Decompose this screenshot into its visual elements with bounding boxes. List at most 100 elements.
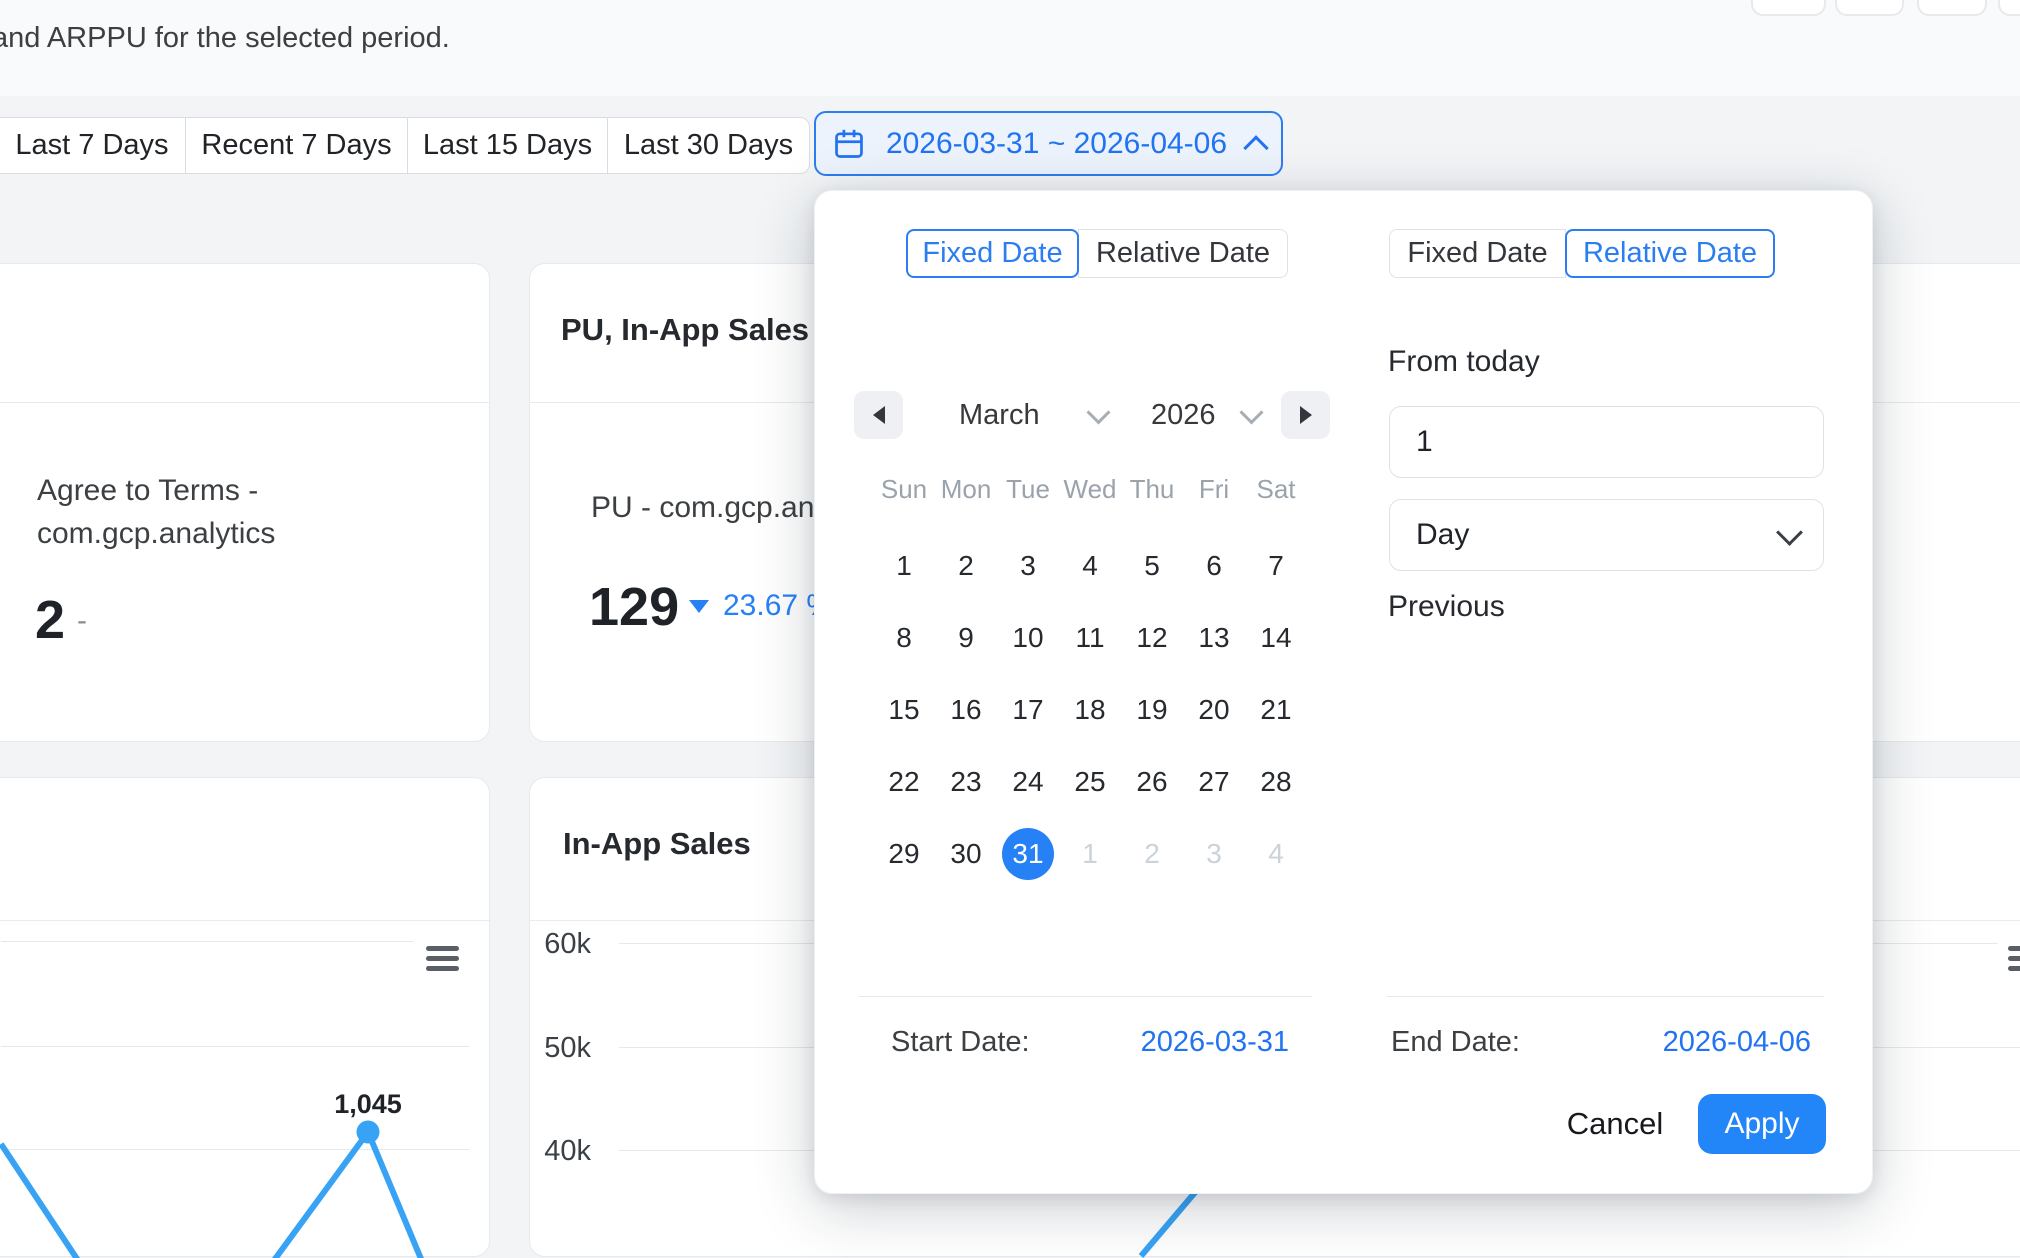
date-range-button[interactable]: 2026-03-31 ~ 2026-04-06 (814, 111, 1283, 176)
calendar-day[interactable]: 21 (1245, 684, 1307, 736)
left-line-chart (0, 778, 491, 1258)
calendar-day[interactable]: 2 (1121, 828, 1183, 880)
date-picker-popup: Fixed Date Relative Date Fixed Date Rela… (814, 190, 1873, 1194)
calendar-day[interactable]: 4 (1245, 828, 1307, 880)
filter-last-7-days[interactable]: Last 7 Days (0, 117, 186, 174)
footer-divider (859, 996, 1312, 997)
relative-direction-label: Previous (1388, 590, 1505, 624)
agree-metric-value: 2 (35, 589, 65, 651)
calendar-day[interactable]: 1 (1059, 828, 1121, 880)
end-date-value: 2026-04-06 (1611, 1026, 1811, 1059)
weekday-label: Tue (997, 474, 1059, 505)
calendar-day[interactable]: 1 (873, 540, 935, 592)
chevron-down-icon (1776, 519, 1803, 546)
calendar-day[interactable]: 9 (935, 612, 997, 664)
triangle-right-icon (1300, 406, 1312, 424)
calendar-day[interactable]: 12 (1121, 612, 1183, 664)
toolbar-stub-button[interactable] (1835, 0, 1904, 16)
calendar-day[interactable]: 5 (1121, 540, 1183, 592)
calendar-day[interactable]: 23 (935, 756, 997, 808)
weekday-label: Sat (1245, 474, 1307, 505)
calendar-day[interactable]: 20 (1183, 684, 1245, 736)
calendar-day[interactable]: 25 (1059, 756, 1121, 808)
toolbar-stub-button[interactable] (1751, 0, 1826, 16)
filter-recent-7-days[interactable]: Recent 7 Days (185, 117, 408, 174)
chevron-down-icon (1239, 400, 1263, 424)
card-title: PU, In-App Sales (561, 312, 809, 348)
data-point-label: 1,045 (300, 1089, 436, 1120)
triangle-left-icon (873, 406, 885, 424)
end-mode-toggle: Fixed Date Relative Date (1389, 229, 1775, 278)
start-mode-toggle: Fixed Date Relative Date (906, 229, 1288, 278)
left-chart-card: 1,045 (0, 777, 490, 1257)
calendar-day[interactable]: 7 (1245, 540, 1307, 592)
agree-metric-delta: - (77, 604, 87, 638)
calendar-day[interactable]: 6 (1183, 540, 1245, 592)
calendar-day[interactable]: 28 (1245, 756, 1307, 808)
pu-metric-delta: 23.67 % (689, 589, 833, 623)
chevron-up-icon (1243, 135, 1268, 160)
weekday-label: Fri (1183, 474, 1245, 505)
start-fixed-date-tab[interactable]: Fixed Date (906, 229, 1079, 278)
calendar-day[interactable]: 16 (935, 684, 997, 736)
calendar-day[interactable]: 30 (935, 828, 997, 880)
start-date-value: 2026-03-31 (1089, 1026, 1289, 1059)
calendar-day[interactable]: 29 (873, 828, 935, 880)
calendar-day[interactable]: 18 (1059, 684, 1121, 736)
calendar-day[interactable]: 10 (997, 612, 1059, 664)
start-relative-date-tab[interactable]: Relative Date (1078, 229, 1288, 278)
calendar-day[interactable]: 8 (873, 612, 935, 664)
weekday-label: Mon (935, 474, 997, 505)
calendar-icon (832, 127, 866, 161)
cancel-button[interactable]: Cancel (1555, 1096, 1675, 1152)
calendar-day[interactable]: 3 (997, 540, 1059, 592)
calendar-day[interactable]: 3 (1183, 828, 1245, 880)
calendar-day[interactable]: 14 (1245, 612, 1307, 664)
calendar-day[interactable]: 17 (997, 684, 1059, 736)
pu-metric-value: 129 (589, 576, 679, 638)
calendar-day[interactable]: 11 (1059, 612, 1121, 664)
calendar-day[interactable]: 4 (1059, 540, 1121, 592)
weekday-label: Thu (1121, 474, 1183, 505)
calendar-day[interactable]: 15 (873, 684, 935, 736)
footer-divider (1387, 996, 1824, 997)
end-date-label: End Date: (1391, 1026, 1520, 1059)
date-range-label: 2026-03-31 ~ 2026-04-06 (886, 127, 1227, 161)
calendar-day[interactable]: 26 (1121, 756, 1183, 808)
relative-unit-select[interactable]: Day (1389, 499, 1824, 571)
year-label: 2026 (1151, 399, 1216, 432)
calendar-day[interactable]: 24 (997, 756, 1059, 808)
relative-heading: From today (1388, 345, 1540, 379)
weekday-header: Sun Mon Tue Wed Thu Fri Sat (873, 474, 1307, 505)
month-select[interactable]: March (959, 391, 1107, 439)
card-divider (0, 402, 489, 403)
calendar-day[interactable]: 31 (997, 828, 1059, 880)
start-date-label: Start Date: (891, 1026, 1030, 1059)
weekday-label: Wed (1059, 474, 1121, 505)
calendar-day[interactable]: 27 (1183, 756, 1245, 808)
apply-button[interactable]: Apply (1698, 1094, 1826, 1154)
calendar-day[interactable]: 2 (935, 540, 997, 592)
chevron-down-icon (1086, 400, 1110, 424)
calendar-day[interactable]: 22 (873, 756, 935, 808)
calendar-grid: 1234567891011121314151617181920212223242… (873, 540, 1307, 900)
relative-amount-input[interactable] (1389, 406, 1824, 478)
relative-unit-value: Day (1416, 518, 1469, 552)
end-fixed-date-tab[interactable]: Fixed Date (1389, 229, 1566, 278)
page-subtitle: and ARPPU for the selected period. (0, 22, 450, 55)
month-label: March (959, 399, 1040, 432)
pu-metric-label: PU - com.gcp.ana (591, 491, 831, 525)
filter-last-30-days[interactable]: Last 30 Days (607, 117, 810, 174)
end-relative-date-tab[interactable]: Relative Date (1565, 229, 1775, 278)
agree-metric-label: Agree to Terms -com.gcp.analytics (37, 469, 275, 555)
toolbar-stub-button[interactable] (1917, 0, 1987, 16)
weekday-label: Sun (873, 474, 935, 505)
year-select[interactable]: 2026 (1151, 391, 1260, 439)
calendar-day[interactable]: 19 (1121, 684, 1183, 736)
next-month-button[interactable] (1281, 391, 1330, 439)
filter-last-15-days[interactable]: Last 15 Days (407, 117, 608, 174)
data-point (357, 1121, 380, 1144)
agree-to-terms-card: Agree to Terms -com.gcp.analytics 2 - (0, 263, 490, 742)
prev-month-button[interactable] (854, 391, 903, 439)
calendar-day[interactable]: 13 (1183, 612, 1245, 664)
